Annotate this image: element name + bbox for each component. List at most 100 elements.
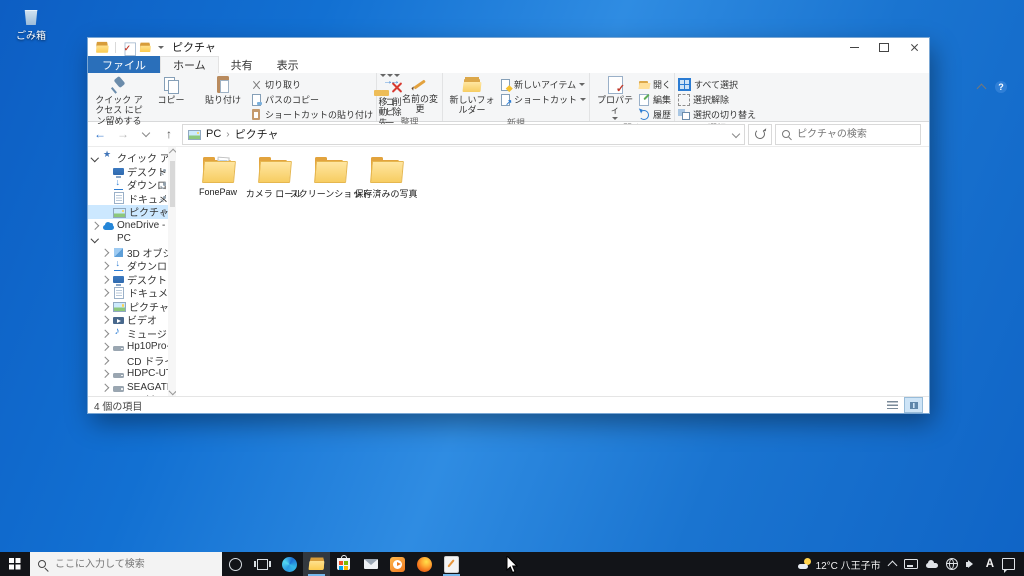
tab--[interactable]: ホーム — [160, 56, 219, 73]
collapse-ribbon-icon[interactable] — [976, 83, 987, 93]
tray-pad[interactable] — [903, 559, 918, 569]
tray-chevup[interactable] — [887, 560, 898, 571]
pin-icon[interactable] — [160, 168, 166, 175]
ribbon-button-selnone[interactable]: 選択解除 — [678, 93, 756, 106]
chevron-icon[interactable] — [100, 356, 109, 365]
folder--[interactable]: スクリーンショット — [290, 155, 370, 200]
qat-customize-chevron-icon[interactable] — [158, 45, 164, 49]
tab--[interactable]: ファイル — [88, 56, 160, 73]
details-view-button[interactable] — [884, 398, 901, 412]
start-button[interactable] — [0, 552, 30, 576]
sidebar-scrollbar[interactable] — [168, 147, 176, 396]
recycle-bin[interactable]: ごみ箱 — [8, 8, 54, 42]
forward-button[interactable]: → — [113, 125, 133, 144]
scroll-up-icon[interactable] — [168, 148, 176, 157]
minimize-button[interactable] — [839, 38, 869, 56]
sidebar-item--[interactable]: ピクチャ — [88, 205, 176, 219]
taskbar-app-media[interactable] — [384, 552, 411, 576]
maximize-button[interactable] — [869, 38, 899, 56]
breadcrumb-pictures[interactable]: ピクチャ — [235, 126, 279, 142]
chevron-icon[interactable] — [100, 383, 109, 392]
recent-locations-chevron[interactable] — [136, 125, 156, 144]
qat-new-folder-button[interactable] — [139, 42, 150, 51]
pin-icon[interactable] — [160, 182, 166, 188]
scroll-down-icon[interactable] — [168, 386, 176, 395]
taskbar-app-notes[interactable] — [438, 552, 465, 576]
sidebar-item--[interactable]: デスクトップ — [88, 273, 176, 287]
sidebar-item--[interactable]: ダウンロード — [88, 177, 176, 192]
ime-indicator[interactable]: A — [986, 558, 994, 570]
thumbnails-view-button[interactable] — [904, 397, 923, 413]
chevron-icon[interactable] — [100, 288, 109, 297]
chevron-icon[interactable] — [100, 248, 109, 257]
sidebar-item--[interactable]: クイック アクセス — [88, 149, 176, 165]
folder--[interactable]: 保存済みの写真 — [355, 155, 418, 200]
ribbon-button-properties[interactable]: プロパティ — [593, 74, 637, 120]
sidebar-item--[interactable]: ミュージック — [88, 326, 176, 341]
up-button[interactable]: ↑ — [159, 125, 179, 144]
sidebar-item--[interactable]: ドキュメント — [88, 286, 176, 300]
sidebar-item--[interactable]: ビデオ — [88, 313, 176, 327]
search-input[interactable] — [795, 127, 914, 141]
chevron-icon[interactable] — [100, 329, 109, 338]
chevron-icon[interactable] — [100, 275, 109, 284]
ribbon-button-selinv[interactable]: 選択の切り替え — [678, 108, 756, 121]
ribbon-button-pasteshort[interactable]: ショートカットの貼り付け — [250, 108, 373, 121]
taskbar-app-mail[interactable] — [357, 552, 384, 576]
taskbar-app-cortana[interactable] — [222, 552, 249, 576]
tab--[interactable]: 共有 — [219, 56, 265, 73]
tray-vol[interactable] — [965, 559, 978, 570]
chevron-icon[interactable] — [100, 261, 109, 270]
sidebar-item-3d-[interactable]: 3D オブジェクト — [88, 246, 176, 260]
refresh-button[interactable] — [748, 123, 772, 145]
ribbon-button-openitem[interactable]: 開く — [638, 78, 671, 91]
taskbar-app-firefox[interactable] — [411, 552, 438, 576]
chevron-icon[interactable] — [100, 342, 109, 351]
sidebar-item--[interactable]: ダウンロード — [88, 258, 176, 273]
ribbon-button-newitem[interactable]: 新しいアイテム — [499, 78, 586, 91]
sidebar-item-onedrive-personal[interactable]: OneDrive - Personal — [88, 219, 176, 233]
sidebar-item-wd-blue1-750gb[interactable]: WD blue1 750gb — [88, 394, 176, 396]
sidebar-item-cd-e-[interactable]: CD ドライブ (E:) — [88, 354, 176, 368]
weather-widget[interactable]: 12°C 八王子市 — [797, 557, 881, 572]
sidebar-item--[interactable]: ドキュメント — [88, 192, 176, 206]
sidebar-item--[interactable]: ピクチャ — [88, 300, 176, 314]
back-button[interactable]: ← — [90, 125, 110, 144]
taskbar-search-input[interactable] — [53, 557, 214, 571]
ribbon-button-history[interactable]: 履歴 — [638, 108, 671, 121]
scrollbar-thumb[interactable] — [169, 161, 175, 207]
sidebar-item-hp10pro-21h1-j[interactable]: Hp10Pro-21h1-j — [88, 340, 176, 354]
ribbon-button-cut[interactable]: 切り取り — [250, 78, 373, 91]
sidebar-item--[interactable]: デスクトップ — [88, 165, 176, 179]
taskbar-app-store[interactable] — [330, 552, 357, 576]
ribbon-button-copypath[interactable]: パスのコピー — [250, 93, 373, 106]
taskbar-app-edge[interactable] — [276, 552, 303, 576]
tray-odrive[interactable] — [925, 560, 938, 569]
ribbon-button-shortcutlnk[interactable]: ショートカット — [499, 93, 587, 107]
ribbon-button-pinbig[interactable]: クイック アクセス にピン留めする — [93, 74, 145, 126]
action-center-icon[interactable] — [1002, 558, 1015, 573]
ribbon-button-copy[interactable]: コピー — [145, 74, 197, 126]
taskbar-app-explorer[interactable] — [303, 552, 330, 576]
ribbon-button-selall[interactable]: すべて選択 — [678, 78, 756, 91]
tray-net[interactable] — [945, 558, 958, 570]
address-dropdown-chevron-icon[interactable] — [731, 129, 741, 139]
help-icon[interactable]: ? — [995, 80, 1007, 93]
close-button[interactable] — [899, 38, 929, 56]
folder-fonepaw[interactable]: FonePaw — [190, 155, 246, 197]
sidebar-item-hdpc-ut-f-[interactable]: HDPC-UT (F:) — [88, 367, 176, 381]
chevron-icon[interactable] — [90, 221, 99, 230]
sidebar-item-seagate-black-1[interactable]: SEAGATE Black 1 — [88, 381, 176, 395]
chevron-icon[interactable] — [100, 302, 109, 311]
taskbar-app-taskview[interactable] — [249, 552, 276, 576]
pin-icon[interactable] — [160, 209, 166, 215]
chevron-icon[interactable] — [90, 153, 99, 162]
chevron-icon[interactable] — [100, 315, 109, 324]
ribbon-button-paste[interactable]: 貼り付け — [197, 74, 249, 126]
ribbon-button-newfolder[interactable]: 新しいフォルダー — [446, 74, 498, 116]
qat-properties-button[interactable] — [122, 42, 136, 56]
sidebar-item-pc[interactable]: PC — [88, 232, 176, 246]
ribbon-button-edit[interactable]: 編集 — [638, 93, 671, 106]
pin-icon[interactable] — [160, 195, 166, 202]
chevron-icon[interactable] — [90, 234, 99, 243]
